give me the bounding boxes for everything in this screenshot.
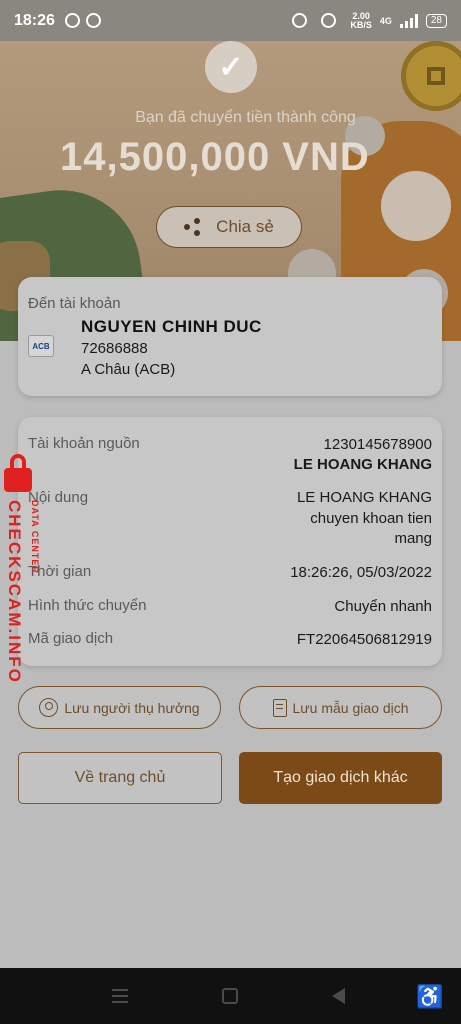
- new-transaction-button[interactable]: Tạo giao dịch khác: [239, 752, 442, 804]
- transaction-code-value: FT22064506812919: [296, 631, 432, 648]
- source-account-label: Tài khoản nguồn: [28, 435, 140, 452]
- accessibility-icon[interactable]: ♿: [416, 984, 443, 1010]
- status-indicators: 2.00 KB/S 4G 28: [292, 11, 447, 30]
- recipient-bank: A Châu (ACB): [81, 361, 176, 378]
- lock-icon-body: [4, 468, 32, 492]
- system-nav-bar: ♿: [0, 968, 461, 1024]
- person-icon: [39, 698, 59, 717]
- success-check-icon: ✓: [205, 41, 257, 93]
- success-message: Bạn đã chuyển tiền thành công: [135, 109, 356, 126]
- watermark-text: CHECKSCAM.INFO: [5, 500, 24, 684]
- signal-icon: [399, 13, 418, 28]
- coin-decoration: [401, 41, 461, 111]
- notification-icon: [85, 13, 101, 28]
- save-beneficiary-button[interactable]: Lưu người thụ hưởng: [18, 686, 221, 729]
- network-type: 4G: [379, 15, 392, 26]
- time-value: 18:26:26, 05/03/2022: [290, 564, 432, 581]
- save-template-button[interactable]: Lưu mẫu giao dịch: [239, 686, 442, 729]
- source-account-name: LE HOANG KHANG: [293, 456, 432, 473]
- content-line-2: chuyen khoan tien: [310, 510, 432, 527]
- share-label: Chia sẻ: [216, 217, 274, 236]
- messenger-icon: [64, 13, 80, 28]
- status-time: 18:26: [14, 11, 55, 29]
- recipient-name: NGUYEN CHINH DUC: [81, 317, 262, 336]
- document-icon: [272, 698, 287, 717]
- share-button[interactable]: Chia sẻ: [156, 206, 302, 248]
- destination-card: Đến tài khoản ACB NGUYEN CHINH DUC 72686…: [18, 277, 442, 396]
- share-icon: [184, 218, 202, 236]
- watermark-subtext: DATA CENTER: [30, 500, 40, 574]
- battery-icon: 28: [425, 13, 447, 28]
- transaction-details-card: Tài khoản nguồn 1230145678900 LE HOANG K…: [18, 417, 442, 666]
- source-account-value: 1230145678900: [323, 436, 432, 453]
- status-bar: 18:26 2.00 KB/S 4G 28: [0, 0, 461, 41]
- bank-logo: ACB: [28, 335, 54, 357]
- network-speed: 2.00 KB/S: [350, 11, 372, 30]
- save-template-label: Lưu mẫu giao dịch: [292, 699, 409, 716]
- transfer-amount: 14,500,000 VND: [60, 135, 370, 179]
- home-button[interactable]: Về trang chủ: [18, 752, 222, 804]
- speed-unit: KB/S: [350, 19, 372, 30]
- recent-apps-icon[interactable]: [112, 989, 128, 1003]
- alarm-icon: [292, 13, 308, 28]
- watermark: CHECKSCAM.INFO DATA CENTER: [2, 452, 48, 684]
- tiger-face-decoration: [381, 171, 451, 241]
- shield-icon: [321, 13, 337, 28]
- destination-label: Đến tài khoản: [28, 295, 121, 312]
- method-value: Chuyển nhanh: [334, 598, 432, 615]
- home-nav-icon[interactable]: [222, 988, 238, 1004]
- recipient-account-number: 72686888: [81, 340, 148, 357]
- content-line-1: LE HOANG KHANG: [296, 489, 432, 506]
- back-nav-icon[interactable]: [332, 988, 345, 1004]
- save-beneficiary-label: Lưu người thụ hưởng: [64, 699, 200, 716]
- content-line-3: mang: [394, 530, 432, 547]
